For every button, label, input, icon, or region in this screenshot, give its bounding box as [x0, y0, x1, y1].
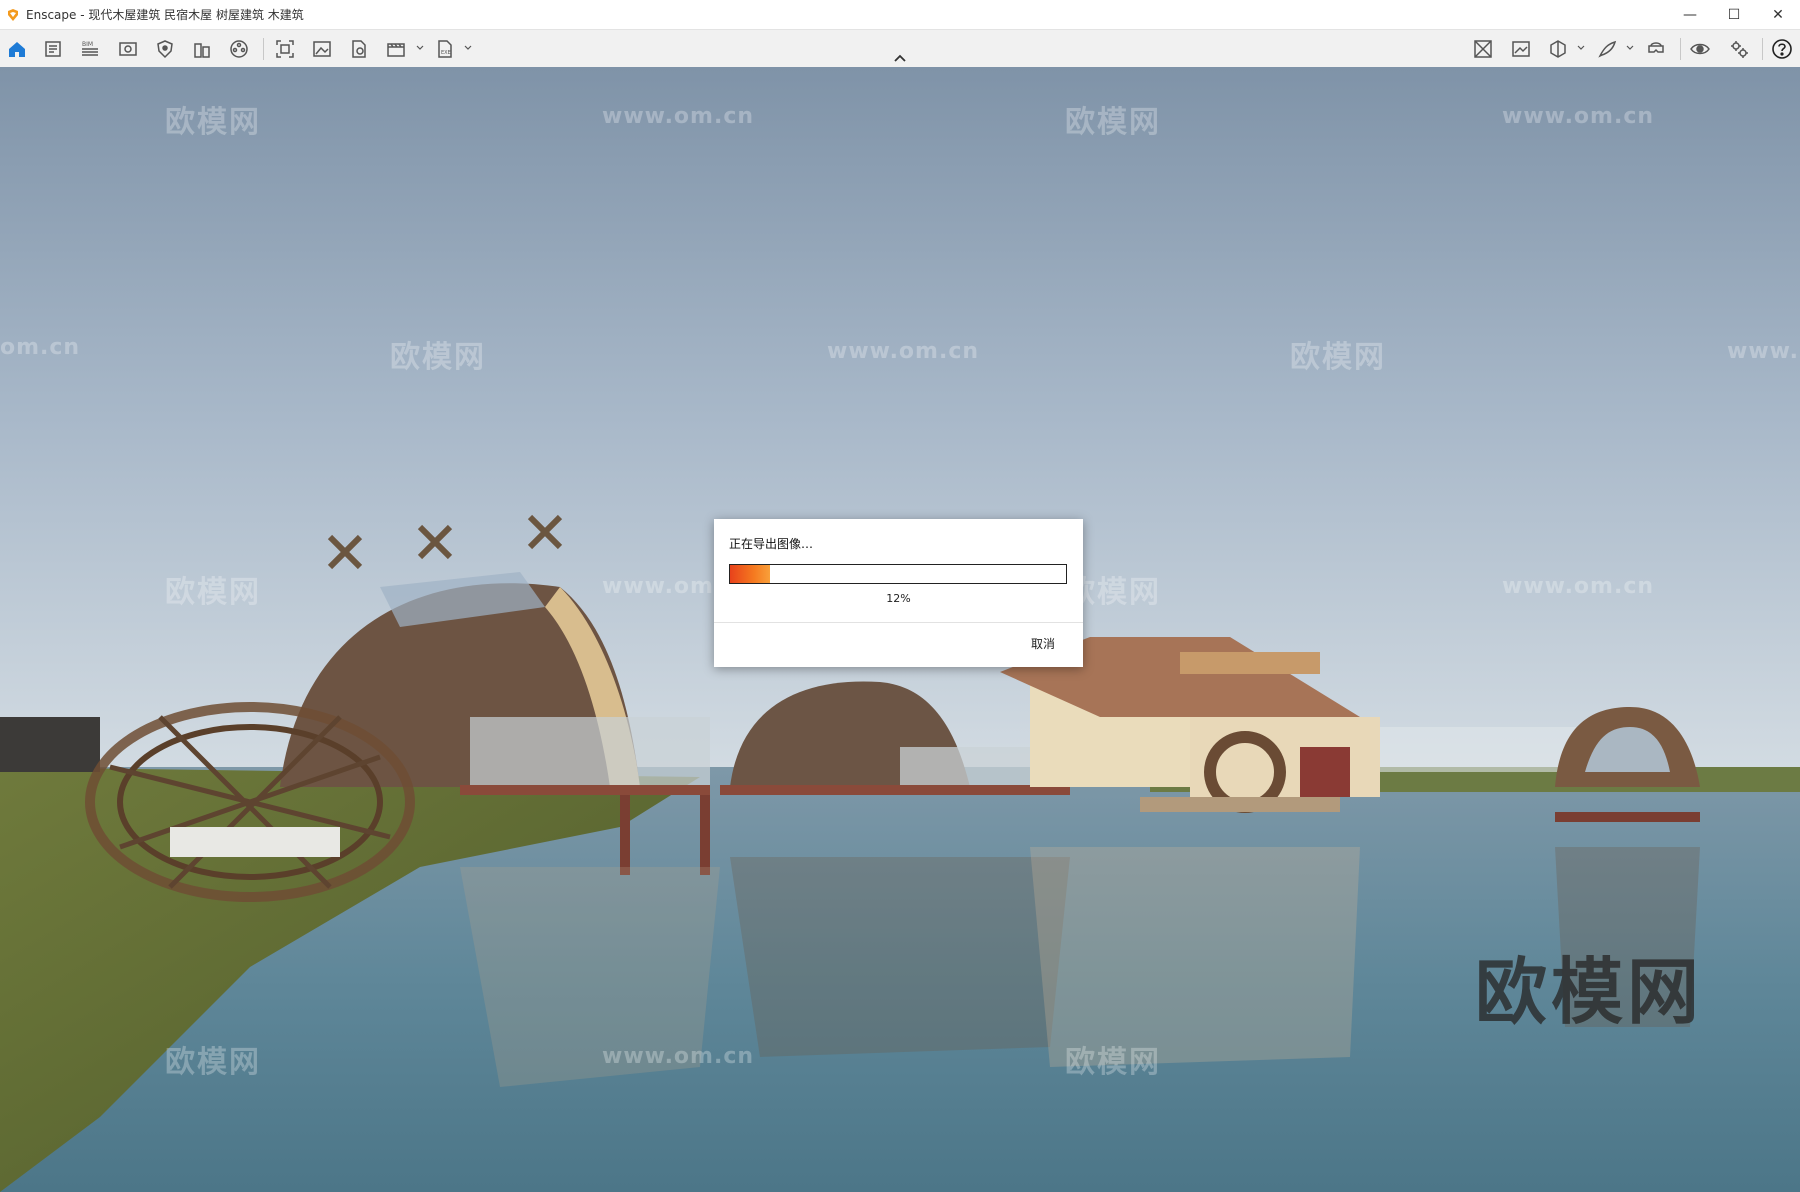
document-icon[interactable]	[346, 36, 372, 62]
bim-icon[interactable]: BIM	[77, 36, 103, 62]
shield-icon[interactable]	[152, 36, 178, 62]
progress-bar	[729, 564, 1067, 584]
dialog-divider	[714, 622, 1083, 623]
image-icon[interactable]	[309, 36, 335, 62]
url-watermark-fragment: www.	[1727, 339, 1799, 364]
sketch-icon[interactable]	[40, 36, 66, 62]
feather-dropdown-chevron-icon[interactable]	[1625, 43, 1635, 53]
eye-icon[interactable]	[1687, 36, 1713, 62]
progress-bar-fill	[730, 565, 771, 583]
cancel-button[interactable]: 取消	[1031, 635, 1055, 652]
url-watermark: www.om.cn	[1502, 574, 1655, 599]
brand-watermark: 欧模网	[165, 105, 261, 140]
url-watermark: www.om.cn	[827, 339, 980, 364]
export-dropdown-chevron-icon[interactable]	[463, 43, 473, 53]
brand-watermark: 欧模网	[1065, 105, 1161, 140]
view-icon[interactable]	[115, 36, 141, 62]
help-icon[interactable]	[1769, 36, 1795, 62]
brand-watermark-large: 欧模网	[1475, 950, 1704, 1034]
url-watermark: www.om.cn	[602, 104, 755, 129]
export-progress-dialog: 正在导出图像… 12% 取消	[714, 519, 1083, 667]
window-title: Enscape - 现代木屋建筑 民宿木屋 树屋建筑 木建筑	[26, 8, 304, 22]
settings-icon[interactable]	[1726, 36, 1752, 62]
film-icon[interactable]	[226, 36, 252, 62]
url-watermark: www.om.cn	[1502, 104, 1655, 129]
brand-watermark: 欧模网	[165, 575, 261, 610]
svg-text:EXE: EXE	[441, 50, 451, 56]
brand-watermark: 欧模网	[1065, 1045, 1161, 1080]
minimize-button[interactable]: —	[1668, 0, 1712, 29]
brand-watermark: 欧模网	[1290, 340, 1386, 375]
buildings-icon[interactable]	[189, 36, 215, 62]
export-icon[interactable]: EXE	[432, 36, 458, 62]
cube-icon[interactable]	[1545, 36, 1571, 62]
cube-dropdown-chevron-icon[interactable]	[1576, 43, 1586, 53]
collapse-toolbar-chevron-icon[interactable]	[892, 52, 908, 64]
vr-headset-icon[interactable]	[1643, 36, 1669, 62]
svg-text:BIM: BIM	[82, 41, 93, 48]
gallery-icon[interactable]	[1508, 36, 1534, 62]
url-watermark: www.om.cn	[602, 1044, 755, 1069]
close-button[interactable]: ✕	[1756, 0, 1800, 29]
asset-library-icon[interactable]	[1470, 36, 1496, 62]
brand-watermark: 欧模网	[165, 1045, 261, 1080]
dialog-title: 正在导出图像…	[729, 537, 814, 551]
video-dropdown-chevron-icon[interactable]	[415, 43, 425, 53]
home-icon[interactable]	[4, 36, 30, 62]
title-bar: Enscape - 现代木屋建筑 民宿木屋 树屋建筑 木建筑 — ☐ ✕	[0, 0, 1800, 30]
feather-icon[interactable]	[1594, 36, 1620, 62]
video-icon[interactable]	[383, 36, 409, 62]
maximize-button[interactable]: ☐	[1712, 0, 1756, 29]
url-watermark-fragment: om.cn	[0, 335, 81, 360]
brand-watermark: 欧模网	[390, 340, 486, 375]
capture-icon[interactable]	[272, 36, 298, 62]
enscape-logo-icon	[8, 8, 18, 21]
progress-percent: 12%	[886, 592, 911, 605]
